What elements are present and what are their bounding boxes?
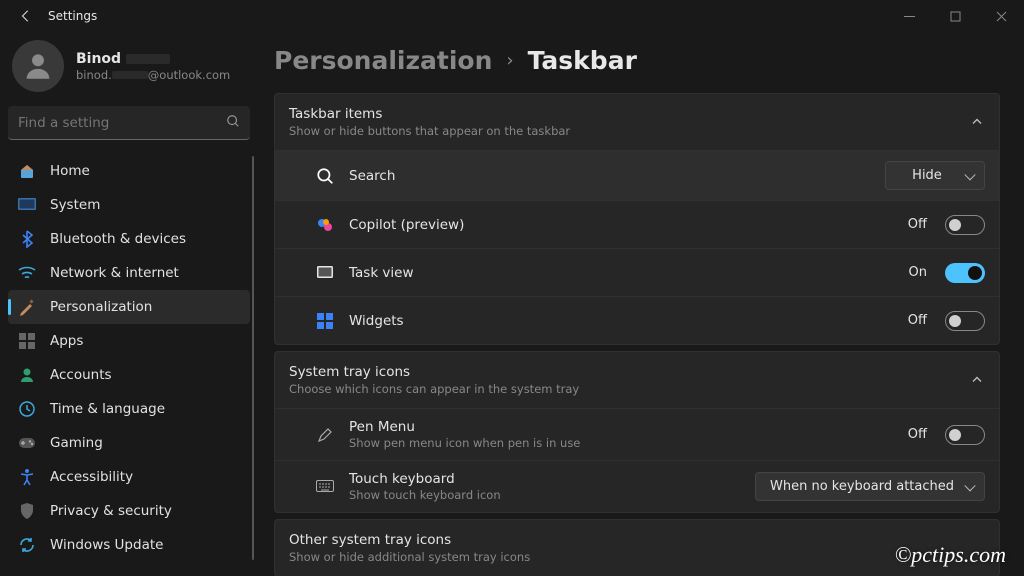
sidebar-item-label: Bluetooth & devices (50, 231, 186, 247)
search-input[interactable] (8, 106, 250, 140)
section-taskbar-items: Taskbar items Show or hide buttons that … (274, 93, 1000, 345)
user-email: binod.@outlook.com (76, 68, 230, 82)
search-icon (315, 166, 335, 186)
update-icon (18, 536, 36, 554)
breadcrumb-current: Taskbar (528, 46, 637, 75)
user-name: Binod (76, 51, 230, 67)
sidebar-item-label: Network & internet (50, 265, 179, 281)
section-systray: System tray icons Choose which icons can… (274, 351, 1000, 513)
breadcrumb: Personalization › Taskbar (274, 46, 1000, 75)
nav-list: Home System Bluetooth & devices Network & i… (8, 154, 250, 562)
sidebar-item-label: Apps (50, 333, 83, 349)
close-button[interactable] (978, 0, 1024, 32)
widgets-icon (315, 311, 335, 331)
sidebar-item-bluetooth[interactable]: Bluetooth & devices (8, 222, 250, 256)
section-header-other-systray[interactable]: Other system tray icons Show or hide add… (275, 520, 999, 576)
section-other-systray: Other system tray icons Show or hide add… (274, 519, 1000, 576)
copilot-icon (315, 215, 335, 235)
sidebar: Binod binod.@outlook.com Home System Bluet… (0, 32, 258, 576)
bluetooth-icon (18, 230, 36, 248)
gaming-icon (18, 434, 36, 452)
home-icon (18, 162, 36, 180)
accounts-icon (18, 366, 36, 384)
toggle-copilot[interactable] (945, 215, 985, 235)
title-bar: Settings (0, 0, 1024, 32)
sidebar-item-label: Personalization (50, 299, 152, 315)
back-button[interactable] (8, 0, 44, 32)
sidebar-item-personalization[interactable]: Personalization (8, 290, 250, 324)
chevron-right-icon: › (506, 50, 513, 71)
row-search: Search Hide (275, 150, 999, 200)
watermark: ©pctips.com (895, 542, 1006, 568)
sidebar-item-privacy[interactable]: Privacy & security (8, 494, 250, 528)
row-widgets: Widgets Off (275, 296, 999, 344)
row-touch-keyboard: Touch keyboard Show touch keyboard icon … (275, 460, 999, 512)
chevron-up-icon (971, 113, 983, 132)
sidebar-item-label: Accessibility (50, 469, 133, 485)
section-header-systray[interactable]: System tray icons Choose which icons can… (275, 352, 999, 408)
sidebar-item-accounts[interactable]: Accounts (8, 358, 250, 392)
sidebar-item-update[interactable]: Windows Update (8, 528, 250, 562)
row-taskview: Task view On (275, 248, 999, 296)
sidebar-item-network[interactable]: Network & internet (8, 256, 250, 290)
apps-icon (18, 332, 36, 350)
chevron-up-icon (971, 371, 983, 390)
taskview-icon (315, 263, 335, 283)
maximize-button[interactable] (932, 0, 978, 32)
section-header-taskbar-items[interactable]: Taskbar items Show or hide buttons that … (275, 94, 999, 150)
breadcrumb-parent[interactable]: Personalization (274, 46, 492, 75)
sidebar-item-accessibility[interactable]: Accessibility (8, 460, 250, 494)
privacy-icon (18, 502, 36, 520)
window-title: Settings (48, 9, 97, 23)
sidebar-item-label: Windows Update (50, 537, 163, 553)
sidebar-item-label: System (50, 197, 100, 213)
select-search[interactable]: Hide (885, 161, 985, 190)
row-copilot: Copilot (preview) Off (275, 200, 999, 248)
redacted-text (126, 54, 170, 64)
system-icon (18, 196, 36, 214)
avatar-icon (12, 40, 64, 92)
row-pen-menu: Pen Menu Show pen menu icon when pen is … (275, 408, 999, 460)
nav-scrollbar[interactable] (252, 156, 254, 560)
accessibility-icon (18, 468, 36, 486)
sidebar-item-system[interactable]: System (8, 188, 250, 222)
user-block[interactable]: Binod binod.@outlook.com (8, 32, 250, 106)
content-area: Personalization › Taskbar Taskbar items … (258, 32, 1024, 576)
sidebar-item-label: Home (50, 163, 90, 179)
keyboard-icon (315, 477, 335, 497)
search-icon (226, 113, 240, 132)
sidebar-item-label: Accounts (50, 367, 112, 383)
sidebar-item-apps[interactable]: Apps (8, 324, 250, 358)
toggle-pen-menu[interactable] (945, 425, 985, 445)
sidebar-item-label: Gaming (50, 435, 103, 451)
toggle-taskview[interactable] (945, 263, 985, 283)
pen-icon (315, 425, 335, 445)
select-touch-keyboard[interactable]: When no keyboard attached (755, 472, 985, 501)
sidebar-item-label: Privacy & security (50, 503, 172, 519)
sidebar-item-time[interactable]: Time & language (8, 392, 250, 426)
sidebar-item-home[interactable]: Home (8, 154, 250, 188)
sidebar-item-label: Time & language (50, 401, 165, 417)
sidebar-item-gaming[interactable]: Gaming (8, 426, 250, 460)
personalization-icon (18, 298, 36, 316)
toggle-widgets[interactable] (945, 311, 985, 331)
minimize-button[interactable] (886, 0, 932, 32)
time-icon (18, 400, 36, 418)
network-icon (18, 264, 36, 282)
